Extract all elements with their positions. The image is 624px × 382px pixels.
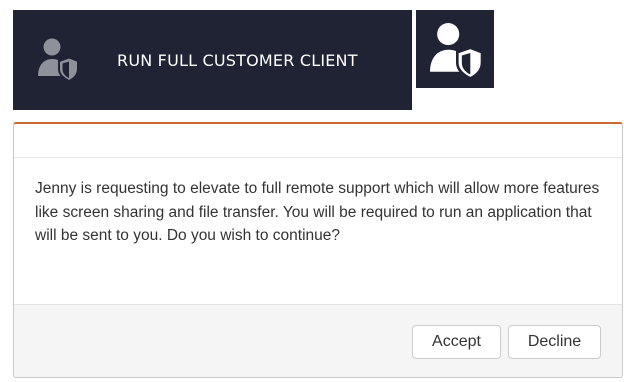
- dialog-header: [14, 124, 622, 158]
- dialog-message: Jenny is requesting to elevate to full r…: [35, 180, 600, 244]
- user-shield-icon: [38, 38, 79, 83]
- run-full-customer-client-button[interactable]: RUN FULL CUSTOMER CLIENT: [13, 10, 412, 110]
- decline-button[interactable]: Decline: [508, 325, 601, 359]
- user-shield-icon: [430, 23, 482, 80]
- dialog-footer: Accept Decline: [14, 304, 622, 377]
- run-button-label: RUN FULL CUSTOMER CLIENT: [117, 50, 358, 70]
- accept-button[interactable]: Accept: [412, 325, 501, 359]
- icon-tile: [416, 10, 494, 88]
- elevation-request-dialog: Jenny is requesting to elevate to full r…: [13, 122, 623, 378]
